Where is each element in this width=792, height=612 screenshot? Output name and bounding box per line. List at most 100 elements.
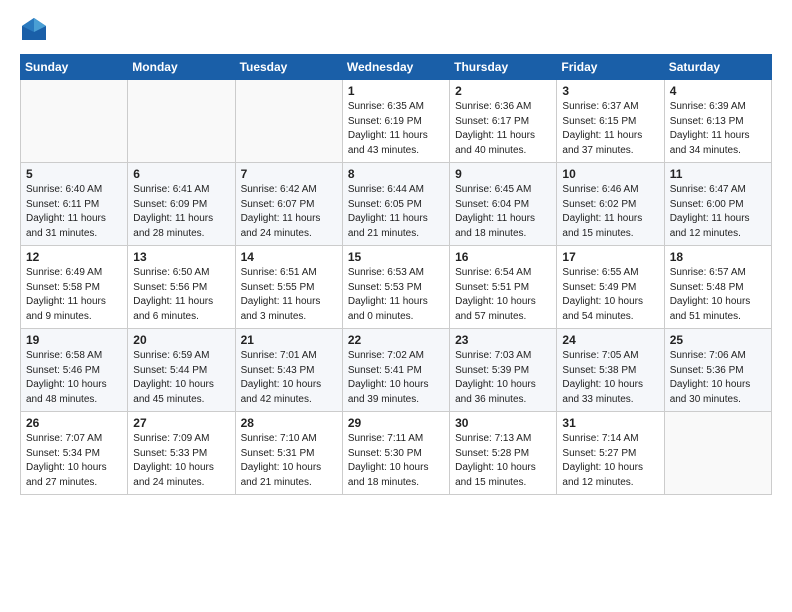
calendar-cell (128, 80, 235, 163)
calendar-cell: 11Sunrise: 6:47 AM Sunset: 6:00 PM Dayli… (664, 163, 771, 246)
day-number: 21 (241, 333, 337, 347)
day-number: 9 (455, 167, 551, 181)
day-number: 17 (562, 250, 658, 264)
day-number: 29 (348, 416, 444, 430)
day-info: Sunrise: 7:06 AM Sunset: 5:36 PM Dayligh… (670, 349, 766, 407)
calendar-week-2: 5 Sunrise: 6:40 AM Sunset: 6:11 PM Daylig… (21, 163, 772, 246)
calendar-cell: 27 Sunrise: 7:09 AM Sunset: 5:33 PM Dayli… (128, 412, 235, 495)
calendar-cell: 19 Sunrise: 6:58 AM Sunset: 5:46 PM Dayli… (21, 329, 128, 412)
day-number: 19 (26, 333, 122, 347)
day-number: 15 (348, 250, 444, 264)
day-info: Sunrise: 7:14 AM Sunset: 5:27 PM Dayligh… (562, 432, 658, 490)
calendar-cell: 24Sunrise: 7:05 AM Sunset: 5:38 PM Dayli… (557, 329, 664, 412)
day-info: Sunrise: 6:51 AM Sunset: 5:55 PM Dayligh… (241, 266, 337, 324)
day-info: Sunrise: 7:03 AM Sunset: 5:39 PM Dayligh… (455, 349, 551, 407)
calendar-cell: 23Sunrise: 7:03 AM Sunset: 5:39 PM Dayli… (450, 329, 557, 412)
calendar-cell: 16 Sunrise: 6:54 AM Sunset: 5:51 PM Dayli… (450, 246, 557, 329)
day-number: 1 (348, 84, 444, 98)
calendar-cell: 28 Sunrise: 7:10 AM Sunset: 5:31 PM Dayli… (235, 412, 342, 495)
logo-area (20, 16, 52, 44)
calendar-cell (21, 80, 128, 163)
day-info: Sunrise: 7:11 AM Sunset: 5:30 PM Dayligh… (348, 432, 444, 490)
day-number: 28 (241, 416, 337, 430)
header-cell-sunday: Sunday (21, 55, 128, 80)
day-info: Sunrise: 6:59 AM Sunset: 5:44 PM Dayligh… (133, 349, 229, 407)
day-info: Sunrise: 6:35 AM Sunset: 6:19 PM Dayligh… (348, 100, 444, 158)
day-info: Sunrise: 6:37 AM Sunset: 6:15 PM Dayligh… (562, 100, 658, 158)
day-number: 25 (670, 333, 766, 347)
day-number: 30 (455, 416, 551, 430)
day-info: Sunrise: 7:05 AM Sunset: 5:38 PM Dayligh… (562, 349, 658, 407)
day-info: Sunrise: 7:09 AM Sunset: 5:33 PM Dayligh… (133, 432, 229, 490)
header-cell-monday: Monday (128, 55, 235, 80)
calendar-table: SundayMondayTuesdayWednesdayThursdayFrid… (20, 54, 772, 495)
calendar-cell: 9 Sunrise: 6:45 AM Sunset: 6:04 PM Daylig… (450, 163, 557, 246)
day-info: Sunrise: 6:42 AM Sunset: 6:07 PM Dayligh… (241, 183, 337, 241)
day-info: Sunrise: 7:01 AM Sunset: 5:43 PM Dayligh… (241, 349, 337, 407)
calendar-cell (235, 80, 342, 163)
day-info: Sunrise: 6:39 AM Sunset: 6:13 PM Dayligh… (670, 100, 766, 158)
day-number: 26 (26, 416, 122, 430)
calendar-cell: 14 Sunrise: 6:51 AM Sunset: 5:55 PM Dayli… (235, 246, 342, 329)
day-number: 20 (133, 333, 229, 347)
day-info: Sunrise: 6:41 AM Sunset: 6:09 PM Dayligh… (133, 183, 229, 241)
day-info: Sunrise: 7:10 AM Sunset: 5:31 PM Dayligh… (241, 432, 337, 490)
calendar-cell (664, 412, 771, 495)
day-number: 11 (670, 167, 766, 181)
calendar-cell: 1 Sunrise: 6:35 AM Sunset: 6:19 PM Daylig… (342, 80, 449, 163)
day-info: Sunrise: 6:40 AM Sunset: 6:11 PM Dayligh… (26, 183, 122, 241)
day-number: 7 (241, 167, 337, 181)
calendar-cell: 8Sunrise: 6:44 AM Sunset: 6:05 PM Daylig… (342, 163, 449, 246)
calendar-cell: 18 Sunrise: 6:57 AM Sunset: 5:48 PM Dayli… (664, 246, 771, 329)
day-info: Sunrise: 6:49 AM Sunset: 5:58 PM Dayligh… (26, 266, 122, 324)
calendar-header: SundayMondayTuesdayWednesdayThursdayFrid… (21, 55, 772, 80)
calendar-cell: 12 Sunrise: 6:49 AM Sunset: 5:58 PM Dayli… (21, 246, 128, 329)
header (20, 16, 772, 44)
calendar-cell: 2Sunrise: 6:36 AM Sunset: 6:17 PM Daylig… (450, 80, 557, 163)
day-info: Sunrise: 6:50 AM Sunset: 5:56 PM Dayligh… (133, 266, 229, 324)
header-cell-tuesday: Tuesday (235, 55, 342, 80)
day-number: 4 (670, 84, 766, 98)
calendar-cell: 15 Sunrise: 6:53 AM Sunset: 5:53 PM Dayli… (342, 246, 449, 329)
calendar-cell: 10Sunrise: 6:46 AM Sunset: 6:02 PM Dayli… (557, 163, 664, 246)
day-number: 18 (670, 250, 766, 264)
day-number: 31 (562, 416, 658, 430)
day-info: Sunrise: 6:57 AM Sunset: 5:48 PM Dayligh… (670, 266, 766, 324)
day-info: Sunrise: 6:45 AM Sunset: 6:04 PM Dayligh… (455, 183, 551, 241)
day-number: 6 (133, 167, 229, 181)
calendar-cell: 20 Sunrise: 6:59 AM Sunset: 5:44 PM Dayli… (128, 329, 235, 412)
calendar-cell: 13 Sunrise: 6:50 AM Sunset: 5:56 PM Dayli… (128, 246, 235, 329)
calendar-cell: 25 Sunrise: 7:06 AM Sunset: 5:36 PM Dayli… (664, 329, 771, 412)
day-number: 16 (455, 250, 551, 264)
calendar-cell: 4 Sunrise: 6:39 AM Sunset: 6:13 PM Daylig… (664, 80, 771, 163)
calendar-week-1: 1 Sunrise: 6:35 AM Sunset: 6:19 PM Daylig… (21, 80, 772, 163)
day-info: Sunrise: 6:54 AM Sunset: 5:51 PM Dayligh… (455, 266, 551, 324)
calendar-page: SundayMondayTuesdayWednesdayThursdayFrid… (0, 0, 792, 511)
header-cell-wednesday: Wednesday (342, 55, 449, 80)
header-row: SundayMondayTuesdayWednesdayThursdayFrid… (21, 55, 772, 80)
logo-icon (20, 16, 48, 44)
calendar-cell: 5 Sunrise: 6:40 AM Sunset: 6:11 PM Daylig… (21, 163, 128, 246)
day-info: Sunrise: 7:02 AM Sunset: 5:41 PM Dayligh… (348, 349, 444, 407)
day-info: Sunrise: 7:13 AM Sunset: 5:28 PM Dayligh… (455, 432, 551, 490)
day-number: 12 (26, 250, 122, 264)
calendar-cell: 31 Sunrise: 7:14 AM Sunset: 5:27 PM Dayli… (557, 412, 664, 495)
calendar-cell: 17 Sunrise: 6:55 AM Sunset: 5:49 PM Dayli… (557, 246, 664, 329)
header-cell-thursday: Thursday (450, 55, 557, 80)
day-number: 5 (26, 167, 122, 181)
day-number: 13 (133, 250, 229, 264)
calendar-cell: 7 Sunrise: 6:42 AM Sunset: 6:07 PM Daylig… (235, 163, 342, 246)
day-info: Sunrise: 6:58 AM Sunset: 5:46 PM Dayligh… (26, 349, 122, 407)
day-info: Sunrise: 6:55 AM Sunset: 5:49 PM Dayligh… (562, 266, 658, 324)
calendar-week-5: 26 Sunrise: 7:07 AM Sunset: 5:34 PM Dayli… (21, 412, 772, 495)
calendar-cell: 26 Sunrise: 7:07 AM Sunset: 5:34 PM Dayli… (21, 412, 128, 495)
day-number: 27 (133, 416, 229, 430)
header-cell-friday: Friday (557, 55, 664, 80)
day-number: 3 (562, 84, 658, 98)
day-number: 14 (241, 250, 337, 264)
calendar-cell: 30 Sunrise: 7:13 AM Sunset: 5:28 PM Dayli… (450, 412, 557, 495)
day-info: Sunrise: 6:53 AM Sunset: 5:53 PM Dayligh… (348, 266, 444, 324)
calendar-cell: 22Sunrise: 7:02 AM Sunset: 5:41 PM Dayli… (342, 329, 449, 412)
day-info: Sunrise: 7:07 AM Sunset: 5:34 PM Dayligh… (26, 432, 122, 490)
calendar-cell: 21 Sunrise: 7:01 AM Sunset: 5:43 PM Dayli… (235, 329, 342, 412)
